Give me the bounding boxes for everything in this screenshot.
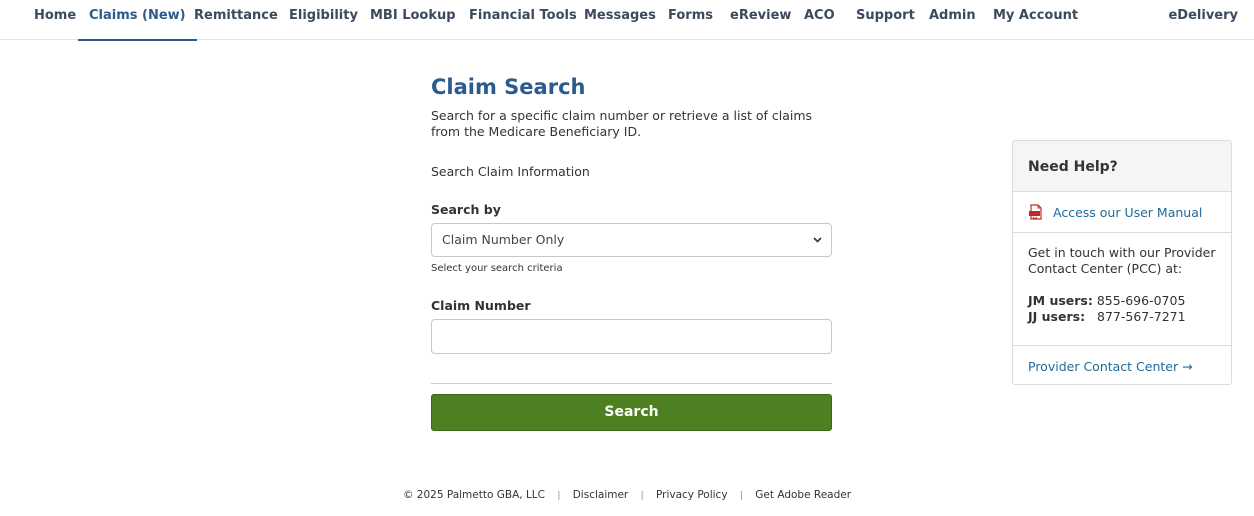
footer-copyright: © 2025 Palmetto GBA, LLC <box>402 489 545 501</box>
user-manual-link[interactable]: Access our User Manual <box>1053 205 1202 220</box>
jm-users-label: JM users: <box>1028 293 1093 308</box>
nav-forms[interactable]: Forms <box>668 0 713 40</box>
footer-separator: | <box>640 491 644 501</box>
chevron-down-icon <box>812 224 823 269</box>
pcc-row: Provider Contact Center → <box>1013 346 1231 384</box>
search-button[interactable]: Search <box>431 394 832 431</box>
footer: © 2025 Palmetto GBA, LLC | Disclaimer | … <box>0 489 1254 501</box>
nav-support[interactable]: Support <box>856 0 915 40</box>
footer-separator: | <box>739 491 743 501</box>
nav-claims-new[interactable]: Claims (New) <box>78 0 197 41</box>
contact-text: Get in touch with our Provider Contact C… <box>1028 245 1216 276</box>
nav-mbi-lookup[interactable]: MBI Lookup <box>370 0 456 40</box>
jm-phone: 855-696-0705 <box>1096 293 1186 308</box>
footer-adobe-reader-link[interactable]: Get Adobe Reader <box>755 489 851 501</box>
nav-aco[interactable]: ACO <box>804 0 835 40</box>
form-divider <box>431 383 832 384</box>
search-by-label: Search by <box>431 202 501 217</box>
nav-messages[interactable]: Messages <box>584 0 656 40</box>
nav-home[interactable]: Home <box>34 0 76 40</box>
jj-users-label: JJ users: <box>1028 309 1086 324</box>
top-navigation: Home Claims (New) Remittance Eligibility… <box>0 0 1254 41</box>
help-card: Need Help? Access our User Manual Get in… <box>1012 140 1232 385</box>
claim-search-form: Claim Search Search for a specific claim… <box>431 72 832 431</box>
provider-contact-center-link[interactable]: Provider Contact Center → <box>1028 359 1193 374</box>
pdf-icon <box>1028 203 1044 221</box>
nav-remittance[interactable]: Remittance <box>194 0 278 40</box>
search-by-help-text: Select your search criteria <box>431 263 563 274</box>
section-label: Search Claim Information <box>431 164 590 179</box>
page-title: Claim Search <box>431 75 586 99</box>
jj-phone: 877-567-7271 <box>1097 309 1186 324</box>
claim-number-input[interactable] <box>431 319 832 354</box>
search-by-selected-value: Claim Number Only <box>442 232 565 247</box>
page-description: Search for a specific claim number or re… <box>431 108 813 139</box>
footer-disclaimer-link[interactable]: Disclaimer <box>573 489 629 501</box>
footer-separator: | <box>557 491 561 501</box>
search-by-select[interactable]: Claim Number Only <box>431 223 832 257</box>
help-card-title: Need Help? <box>1013 141 1231 192</box>
nav-admin[interactable]: Admin <box>929 0 976 40</box>
nav-eligibility[interactable]: Eligibility <box>289 0 358 40</box>
nav-edelivery[interactable]: eDelivery <box>1168 0 1238 40</box>
user-manual-row: Access our User Manual <box>1013 192 1231 233</box>
nav-my-account[interactable]: My Account <box>993 0 1078 40</box>
nav-financial-tools[interactable]: Financial Tools <box>469 0 577 40</box>
footer-privacy-link[interactable]: Privacy Policy <box>656 489 728 501</box>
contact-info: Get in touch with our Provider Contact C… <box>1013 233 1231 346</box>
nav-ereview[interactable]: eReview <box>730 0 791 40</box>
claim-number-label: Claim Number <box>431 298 531 313</box>
